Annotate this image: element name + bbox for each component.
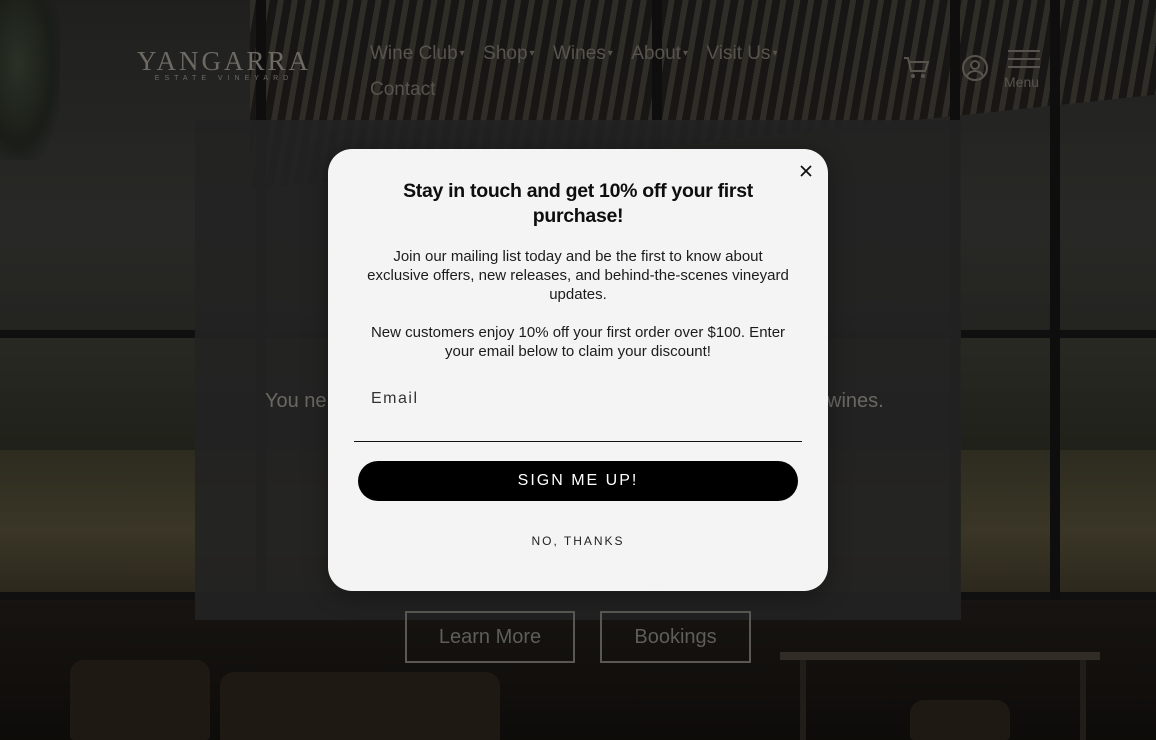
brand-logo[interactable]: YANGARRA ESTATE VINEYARD <box>112 46 336 83</box>
chevron-down-icon: ▾ <box>607 48 613 59</box>
email-field-wrapper <box>354 373 802 442</box>
hero-text-left: You ne <box>265 390 327 412</box>
bookings-button[interactable]: Bookings <box>600 611 751 663</box>
brand-name: YANGARRA <box>136 46 312 76</box>
hamburger-icon[interactable] <box>1006 48 1042 70</box>
brand-tagline: ESTATE VINEYARD <box>154 75 294 82</box>
chevron-down-icon: ▾ <box>459 48 465 59</box>
account-icon[interactable] <box>961 54 989 82</box>
nav-item-contact[interactable]: Contact <box>370 72 435 108</box>
nav-item-shop[interactable]: Shop ▾ <box>483 36 534 72</box>
chevron-down-icon: ▾ <box>772 48 778 59</box>
site-header: YANGARRA ESTATE VINEYARD Wine Club ▾ Shop… <box>0 0 1156 110</box>
sign-me-up-button[interactable]: SIGN ME UP! <box>358 461 798 501</box>
nav-item-visit-us[interactable]: Visit Us ▾ <box>706 36 777 72</box>
main-nav: Wine Club ▾ Shop ▾ Wines ▾ About ▾ Visit Us ▾… <box>370 36 860 108</box>
modal-offer-text: New customers enjoy 10% off your first o… <box>370 324 786 360</box>
hero-text-right: wines. <box>827 390 884 412</box>
modal-title: Stay in touch and get 10% off your first… <box>403 180 753 227</box>
learn-more-button[interactable]: Learn More <box>405 611 575 663</box>
menu-label[interactable]: Menu <box>1004 74 1039 90</box>
cart-icon[interactable] <box>902 54 930 82</box>
close-icon[interactable] <box>796 161 816 181</box>
modal-description: Join our mailing list today and be the f… <box>367 248 789 303</box>
email-field[interactable] <box>354 373 802 441</box>
chevron-down-icon: ▾ <box>529 48 535 59</box>
newsletter-modal: Stay in touch and get 10% off your first… <box>328 149 828 591</box>
no-thanks-button[interactable]: NO, THANKS <box>478 531 678 551</box>
nav-item-wine-club[interactable]: Wine Club ▾ <box>370 36 465 72</box>
nav-item-about[interactable]: About ▾ <box>631 36 688 72</box>
chevron-down-icon: ▾ <box>682 48 688 59</box>
nav-item-wines[interactable]: Wines ▾ <box>553 36 613 72</box>
